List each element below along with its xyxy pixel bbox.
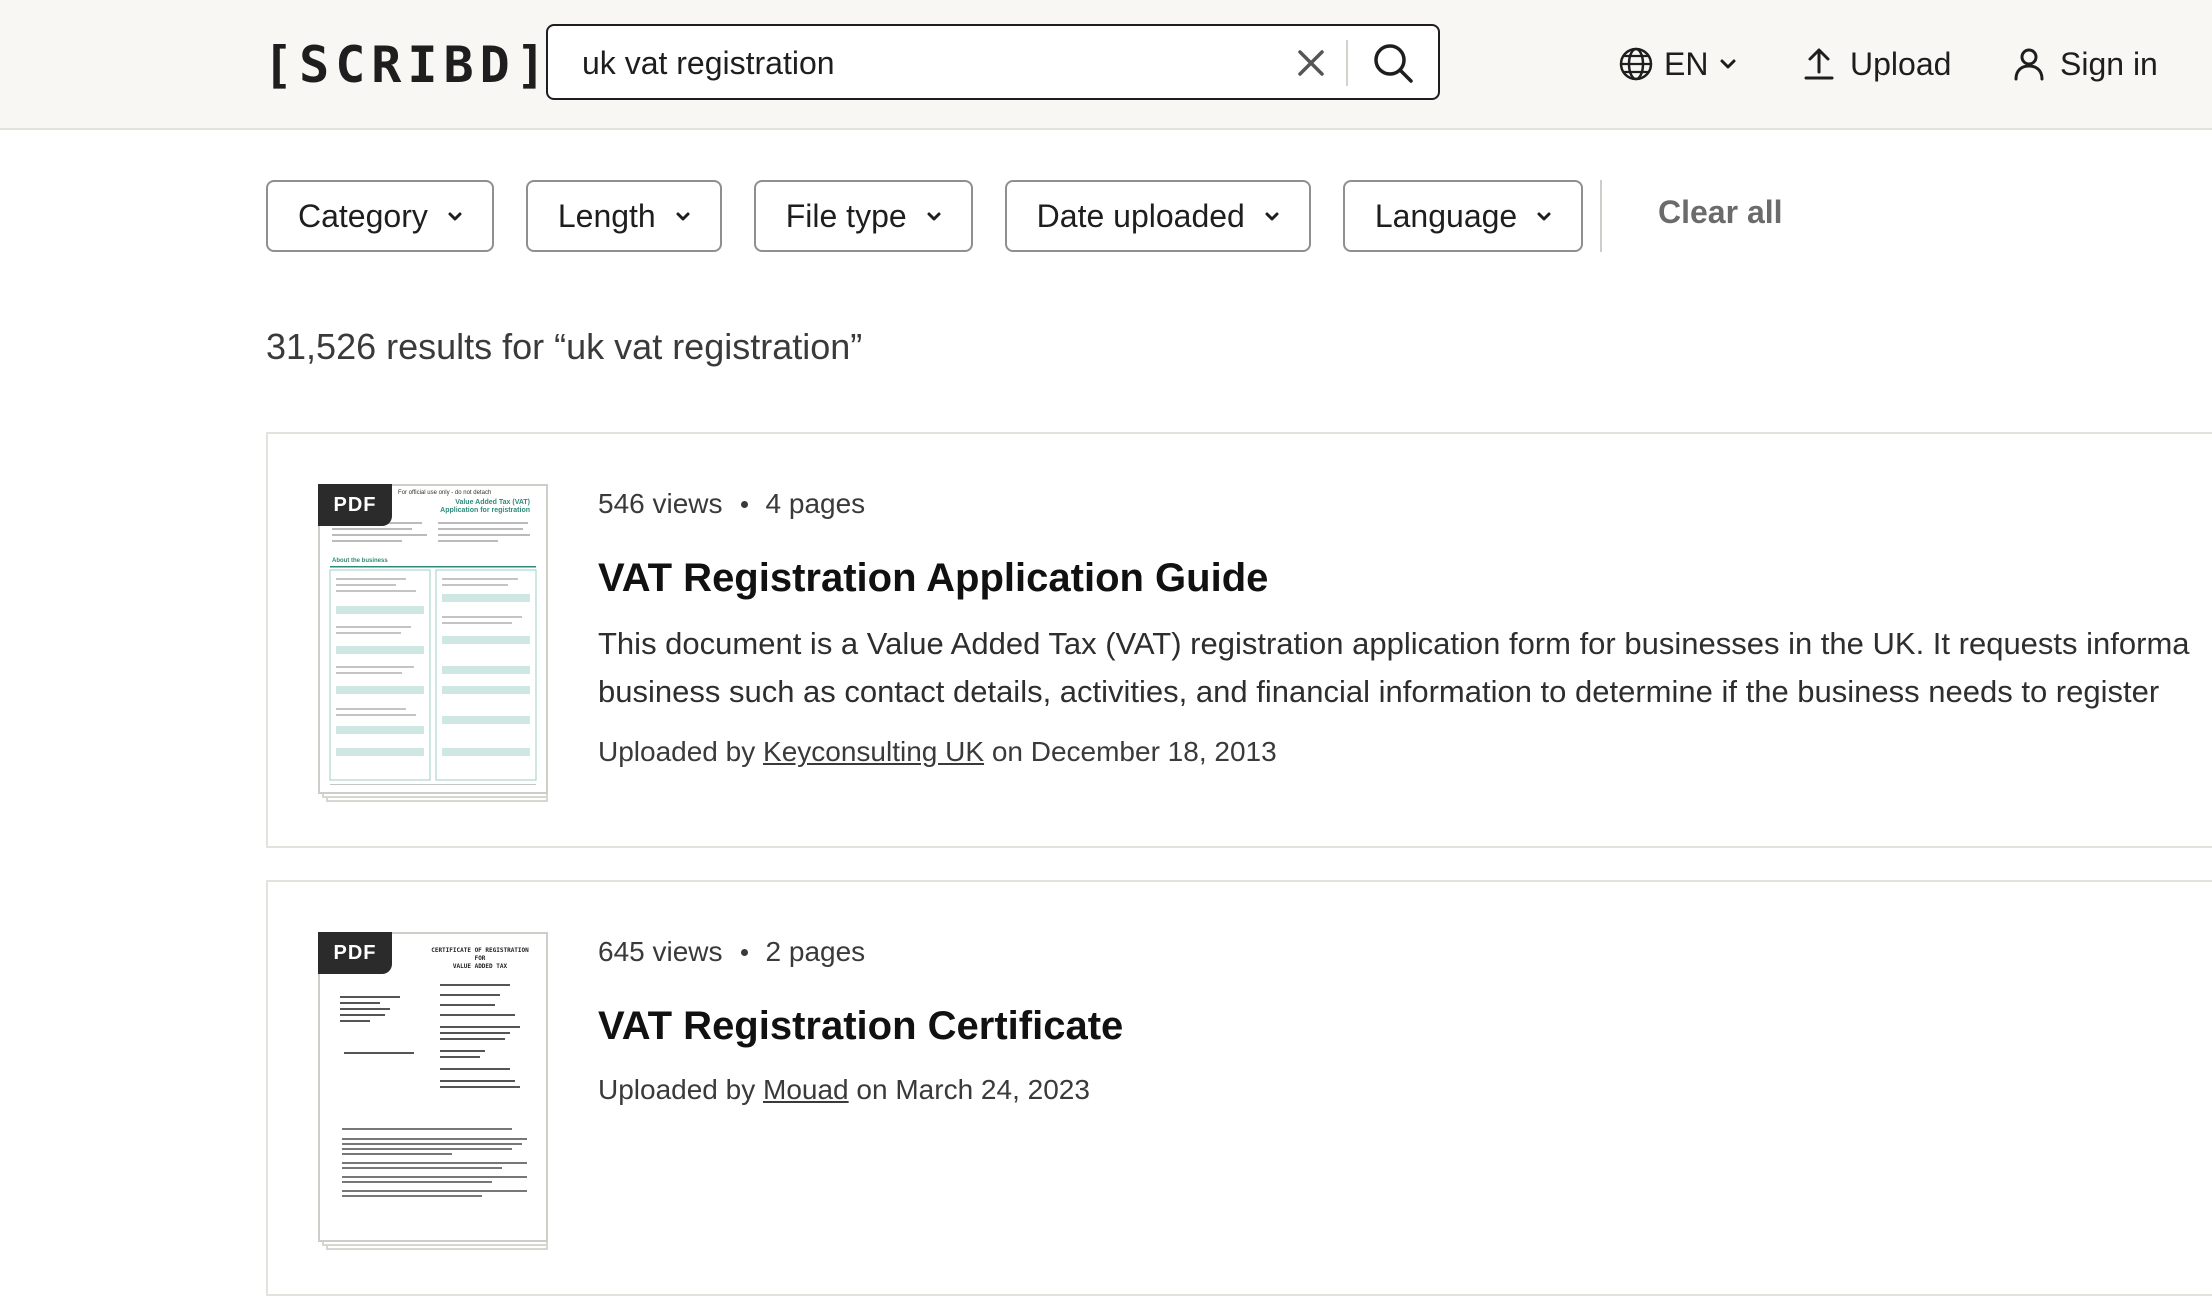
uploader-link[interactable]: Mouad xyxy=(763,1074,849,1105)
result-card[interactable]: CERTIFICATE OF REGISTRATION FOR VALUE AD… xyxy=(266,880,2212,1296)
thumbnail-page-stack xyxy=(326,798,548,802)
result-title[interactable]: VAT Registration Certificate xyxy=(598,1004,1123,1049)
chevron-down-icon xyxy=(1720,59,1736,69)
pdf-badge: PDF xyxy=(318,484,392,526)
filter-label: Length xyxy=(557,197,656,234)
filter-label: File type xyxy=(785,197,907,234)
views-count: 645 views xyxy=(598,936,723,967)
upload-label: Upload xyxy=(1850,45,1952,82)
document-preview-graphic: CERTIFICATE OF REGISTRATION FOR VALUE AD… xyxy=(340,947,529,1197)
chevron-down-icon xyxy=(1265,212,1279,221)
filter-bar: Category Length File type Date uploaded … xyxy=(266,180,1584,252)
filter-file-type[interactable]: File type xyxy=(753,180,973,252)
filter-label: Category xyxy=(298,197,428,234)
document-preview-graphic: For official use only - do not detach Va… xyxy=(329,490,537,785)
page-count: 2 pages xyxy=(765,936,866,967)
chevron-down-icon xyxy=(1537,212,1551,221)
document-thumbnail[interactable]: CERTIFICATE OF REGISTRATION FOR VALUE AD… xyxy=(318,932,548,1242)
thumb-text: VALUE ADDED TAX xyxy=(453,963,508,970)
upload-icon xyxy=(1804,48,1834,80)
search-input[interactable] xyxy=(580,40,1304,86)
uploaded-by: Uploaded by Keyconsulting UK on December… xyxy=(598,736,1277,768)
globe-icon xyxy=(1619,47,1653,81)
search-box xyxy=(546,24,1440,100)
search-icon[interactable] xyxy=(1370,40,1416,86)
chevron-down-icon xyxy=(448,212,462,221)
result-card[interactable]: For official use only - do not detach Va… xyxy=(266,432,2212,848)
language-label: EN xyxy=(1664,45,1709,82)
filter-label: Date uploaded xyxy=(1036,197,1245,234)
filter-language[interactable]: Language xyxy=(1342,180,1584,252)
uploader-link[interactable]: Keyconsulting UK xyxy=(763,736,984,767)
thumb-text: About the business xyxy=(332,558,388,564)
top-header: [SCRIBD] EN Upload xyxy=(0,0,2212,130)
thumb-text: FOR xyxy=(475,955,486,962)
filter-category[interactable]: Category xyxy=(266,180,494,252)
result-title[interactable]: VAT Registration Application Guide xyxy=(598,556,1268,601)
filter-label: Language xyxy=(1374,197,1518,234)
filter-divider xyxy=(1600,180,1602,252)
result-meta: 546 views 4 pages xyxy=(598,488,865,520)
separator-dot xyxy=(740,948,748,956)
language-selector[interactable]: EN xyxy=(1618,42,1738,86)
pdf-badge: PDF xyxy=(318,932,392,974)
document-thumbnail[interactable]: For official use only - do not detach Va… xyxy=(318,484,548,794)
page-count: 4 pages xyxy=(765,488,866,519)
scribd-logo[interactable]: [SCRIBD] xyxy=(263,36,552,94)
description-line: This document is a Value Added Tax (VAT)… xyxy=(598,626,2190,661)
chevron-down-icon xyxy=(676,212,690,221)
filter-length[interactable]: Length xyxy=(525,180,722,252)
views-count: 546 views xyxy=(598,488,723,519)
sign-in-label: Sign in xyxy=(2060,45,2158,82)
thumb-text: For official use only - do not detach xyxy=(398,490,491,496)
filter-date-uploaded[interactable]: Date uploaded xyxy=(1004,180,1311,252)
uploaded-date: on March 24, 2023 xyxy=(856,1074,1090,1105)
result-description: This document is a Value Added Tax (VAT)… xyxy=(598,620,2212,716)
thumb-text: CERTIFICATE OF REGISTRATION xyxy=(431,947,529,954)
uploaded-by: Uploaded by Mouad on March 24, 2023 xyxy=(598,1074,1090,1106)
thumb-text: Value Added Tax (VAT) xyxy=(455,499,530,506)
result-meta: 645 views 2 pages xyxy=(598,936,865,968)
uploaded-date: on December 18, 2013 xyxy=(991,736,1277,767)
uploaded-prefix: Uploaded by xyxy=(598,1074,756,1105)
uploaded-prefix: Uploaded by xyxy=(598,736,756,767)
search-divider xyxy=(1346,40,1348,86)
thumbnail-page-stack xyxy=(326,1246,548,1250)
thumb-text: Application for registration xyxy=(440,507,530,514)
results-count: 31,526 results for “uk vat registration” xyxy=(266,326,863,367)
user-icon xyxy=(2014,48,2044,81)
clear-all-filters-button[interactable]: Clear all xyxy=(1658,194,1783,231)
sign-in-button[interactable]: Sign in xyxy=(2012,42,2158,86)
separator-dot xyxy=(740,500,748,508)
chevron-down-icon xyxy=(927,212,941,221)
upload-button[interactable]: Upload xyxy=(1802,42,1951,86)
description-line: business such as contact details, activi… xyxy=(598,674,2160,709)
clear-search-icon[interactable] xyxy=(1294,46,1328,80)
